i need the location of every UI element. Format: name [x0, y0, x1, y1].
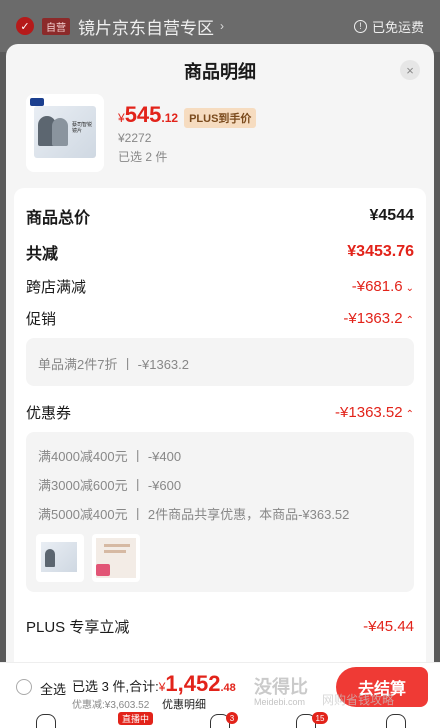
self-operated-tag: 自营 — [42, 17, 70, 35]
cross-store-value-wrap[interactable]: -¥681.6 ⌄ — [352, 278, 414, 296]
select-all-label[interactable]: 全选 — [40, 679, 66, 698]
promo-row[interactable]: 促销 -¥1363.2 ⌃ — [26, 308, 414, 329]
plus-row: PLUS 专享立减 -¥45.44 — [26, 616, 414, 637]
plus-label: PLUS 专享立减 — [26, 619, 130, 636]
cross-store-row: 跨店满减 -¥681.6 ⌄ — [26, 276, 414, 297]
tab-bar: 直播中 3 15 — [0, 712, 440, 728]
promo-detail-box: 单品满2件7折 丨 -¥1363.2 — [26, 338, 414, 386]
price-breakdown-card: 商品总价 ¥4544 共减 ¥3453.76 跨店满减 -¥681.6 ⌄ 促销 … — [14, 188, 426, 708]
product-item: 蔡司智锐 镜片 ¥ 545 .12 PLUS到手价 ¥2272 已选 2 件 — [26, 94, 416, 174]
person-figure — [45, 549, 55, 567]
selected-count: 已选 2 件 — [118, 150, 168, 164]
close-icon[interactable]: × — [400, 60, 420, 80]
cross-store-label: 跨店满减 — [26, 279, 87, 296]
total-label: 商品总价 — [26, 210, 91, 227]
message-badge: 3 — [226, 712, 238, 724]
reduce-label: 共减 — [26, 246, 59, 263]
sum-total: 已选 3 件,合计: ¥ 1,452 .48 — [72, 671, 236, 697]
sum-integer: 1,452 — [165, 671, 221, 696]
text-line — [104, 544, 130, 547]
coupon-product-image[interactable] — [92, 534, 140, 582]
brand-logo — [30, 98, 44, 106]
original-price: ¥2272 — [118, 131, 152, 145]
price-currency: ¥ — [118, 111, 125, 125]
plus-value: -¥45.44 — [363, 618, 414, 635]
sum-decimal: .48 — [220, 682, 236, 694]
coupon-line: 满5000减400元 丨 2件商品共享优惠，本商品-¥363.52 — [38, 507, 350, 522]
reduce-value: ¥3453.76 — [347, 243, 414, 260]
coupon-row[interactable]: 优惠券 -¥1363.52 ⌃ — [26, 402, 414, 423]
coupon-product-image[interactable] — [36, 534, 84, 582]
free-shipping[interactable]: ! 已免运费 — [353, 17, 424, 36]
promo-detail: 单品满2件7折 丨 -¥1363.2 — [38, 357, 190, 372]
text-line — [104, 550, 126, 553]
person-figure — [52, 118, 68, 146]
sum-currency: ¥ — [158, 680, 166, 694]
cross-store-value: -¥681.6 — [351, 277, 403, 295]
price-decimal: .12 — [161, 111, 179, 125]
home-icon[interactable] — [36, 714, 56, 728]
chevron-up-icon: ⌃ — [405, 314, 414, 326]
reduce-row: 共减 ¥3453.76 — [26, 240, 414, 264]
store-name[interactable]: 镜片京东自营专区 — [78, 14, 214, 39]
watermark-site: Meidebi.com — [254, 697, 306, 707]
coupon-label: 优惠券 — [26, 405, 72, 422]
product-info: ¥ 545 .12 PLUS到手价 ¥2272 已选 2 件 — [118, 94, 257, 174]
coupon-line: 满4000减400元 丨 -¥400 — [38, 449, 182, 464]
coupon-product-images — [36, 534, 140, 582]
watermark-slogan: 网购省钱攻略 — [322, 693, 395, 707]
red-label — [96, 564, 110, 576]
promo-label: 促销 — [26, 311, 57, 328]
detail-sheet: 商品明细 × 蔡司智锐 镜片 ¥ 545 .12 PLUS到手价 ¥2272 已… — [6, 44, 434, 728]
live-badge: 直播中 — [118, 712, 154, 725]
profile-icon[interactable] — [386, 714, 406, 728]
select-all-radio[interactable] — [16, 679, 32, 695]
info-icon: ! — [353, 19, 367, 33]
sheet-title: 商品明细 — [184, 62, 256, 82]
coupon-detail-box: 满4000减400元 丨 -¥400 满3000减600元 丨 -¥600 满5… — [26, 432, 414, 592]
total-value: ¥4544 — [369, 207, 415, 224]
sum-label: 已选 3 件,合计: — [72, 679, 159, 694]
promo-value: -¥1363.2 — [343, 309, 403, 327]
plus-price-tag: PLUS到手价 — [184, 108, 257, 128]
chevron-up-icon: ⌃ — [405, 408, 414, 420]
free-shipping-label: 已免运费 — [371, 19, 424, 35]
chevron-right-icon: › — [220, 19, 224, 33]
price-row: ¥ 545 .12 PLUS到手价 — [118, 102, 257, 128]
product-thumbnail[interactable]: 蔡司智锐 镜片 — [26, 94, 104, 172]
package-text: 蔡司智锐 镜片 — [72, 122, 93, 134]
cart-badge: 15 — [312, 712, 328, 724]
discount-detail-link[interactable]: 优惠明细 — [162, 696, 206, 712]
watermark-logo: 没得比 — [254, 677, 308, 697]
coupon-value: -¥1363.52 — [335, 403, 403, 421]
chevron-down-icon: ⌄ — [405, 282, 414, 294]
total-row: 商品总价 ¥4544 — [26, 204, 414, 228]
price-integer: 545 — [124, 102, 162, 127]
coupon-line: 满3000减600元 丨 -¥600 — [38, 478, 182, 493]
discount-line: 优惠减:¥3,603.52 — [72, 700, 150, 711]
check-icon[interactable]: ✓ — [16, 17, 34, 35]
